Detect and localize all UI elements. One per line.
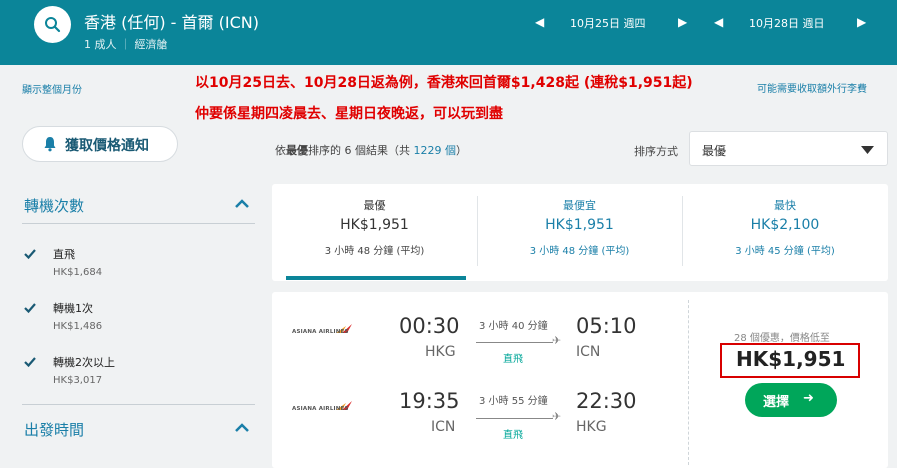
- cabin-class: 經濟艙: [134, 38, 168, 51]
- departure-section-title[interactable]: 出發時間: [24, 419, 84, 440]
- airline-logo: ASIANA AIRLINES: [292, 400, 354, 412]
- tab-duration: 3 小時 48 分鐘 (平均): [529, 246, 630, 257]
- travellers-count: 1 成人: [84, 38, 117, 51]
- active-tab-indicator: [286, 276, 466, 280]
- annotation-line-2: 仲要係星期四凌晨去、星期日夜晚返，可以玩到盡: [195, 106, 503, 122]
- sort-tabs: 最優 HK$1,951 3 小時 48 分鐘 (平均) 最便宜 HK$1,951…: [272, 184, 888, 281]
- sort-selected-value: 最優: [702, 144, 727, 158]
- filter-label[interactable]: 轉機1次: [53, 300, 93, 316]
- return-date[interactable]: 10月28日 週日: [749, 15, 825, 31]
- price-alert-button[interactable]: 獲取價格通知: [22, 126, 178, 162]
- select-button[interactable]: 選擇 ➜: [745, 383, 837, 417]
- return-next-icon[interactable]: ▶: [857, 15, 866, 29]
- arrive-time: 05:10: [576, 314, 637, 338]
- tab-price: HK$1,951: [545, 217, 614, 233]
- annotation-line-1: 以10月25日去、10月28日返為例，香港來回首爾$1,428起 (連稅$1,9…: [195, 75, 693, 91]
- flight-line: [476, 418, 553, 419]
- chevron-up-icon[interactable]: [234, 423, 250, 433]
- stops-section-title[interactable]: 轉機次數: [24, 195, 84, 216]
- select-button-label: 選擇: [763, 395, 790, 410]
- stops-label: 直飛: [503, 354, 523, 365]
- sort-label: 排序方式: [634, 145, 678, 158]
- filter-label[interactable]: 直飛: [53, 246, 75, 262]
- tab-duration: 3 小時 45 分鐘 (平均): [735, 246, 835, 257]
- bell-icon: [44, 137, 56, 152]
- search-button[interactable]: [34, 6, 71, 43]
- filter-price: HK$1,684: [53, 267, 103, 278]
- tab-price: HK$1,951: [340, 217, 409, 233]
- airline-name: ASIANA AIRLINES: [292, 329, 349, 335]
- chevron-down-icon: [861, 146, 874, 154]
- flight-line: [476, 342, 553, 343]
- results-prefix: 依: [275, 144, 286, 157]
- travellers-cabin[interactable]: 1 成人 ｜ 經濟艙: [84, 36, 168, 52]
- stops-label: 直飛: [503, 430, 523, 441]
- tab-best[interactable]: 最優 HK$1,951 3 小時 48 分鐘 (平均): [272, 184, 477, 281]
- tab-cheapest[interactable]: 最便宜 HK$1,951 3 小時 48 分鐘 (平均): [477, 184, 682, 281]
- tab-fastest[interactable]: 最快 HK$2,100 3 小時 45 分鐘 (平均): [682, 184, 888, 281]
- show-month-link[interactable]: 顯示整個月份: [22, 81, 82, 96]
- flight-duration: 3 小時 40 分鐘: [479, 321, 548, 332]
- tab-price: HK$2,100: [750, 217, 820, 233]
- filter-price: HK$1,486: [53, 321, 103, 332]
- depart-prev-icon[interactable]: ◀: [535, 15, 544, 29]
- depart-next-icon[interactable]: ▶: [678, 15, 687, 29]
- results-sort-bold: 最優: [286, 144, 308, 157]
- checkbox-direct[interactable]: [23, 247, 37, 261]
- arrive-time: 22:30: [576, 389, 637, 413]
- section-divider: [22, 223, 255, 224]
- section-divider: [22, 404, 255, 405]
- chevron-up-icon[interactable]: [234, 199, 250, 209]
- checkbox-one-stop[interactable]: [23, 301, 37, 315]
- sort-select[interactable]: 最優: [689, 131, 888, 166]
- results-total-link[interactable]: 1229 個: [414, 144, 457, 157]
- depart-airport: ICN: [431, 419, 456, 435]
- results-middle: 排序的 6 個結果（共: [308, 144, 410, 157]
- flight-duration: 3 小時 55 分鐘: [479, 396, 548, 407]
- tab-title: 最優: [363, 199, 386, 212]
- arrow-right-icon: ➜: [803, 391, 814, 406]
- results-count: 依最優排序的 6 個結果（共 1229 個）: [275, 142, 467, 158]
- return-prev-icon[interactable]: ◀: [714, 15, 723, 29]
- route-title[interactable]: 香港 (任何) - 首爾 (ICN): [84, 9, 259, 33]
- baggage-fee-note[interactable]: 可能需要收取額外行李費: [757, 80, 867, 95]
- arrive-airport: ICN: [576, 344, 601, 360]
- arrive-airport: HKG: [576, 419, 607, 435]
- card-divider: [688, 300, 689, 465]
- filter-price: HK$3,017: [53, 375, 103, 386]
- search-icon: [45, 17, 61, 33]
- result-price: HK$1,951: [736, 347, 846, 371]
- airline-name: ASIANA AIRLINES: [292, 406, 349, 412]
- filter-label[interactable]: 轉機2次以上: [53, 354, 115, 370]
- plane-icon: ✈: [552, 334, 562, 347]
- depart-time: 00:30: [399, 314, 460, 338]
- tab-title: 最快: [774, 199, 796, 212]
- tab-duration: 3 小時 48 分鐘 (平均): [324, 246, 425, 257]
- price-alert-label: 獲取價格通知: [65, 138, 149, 154]
- depart-time: 19:35: [399, 389, 460, 413]
- plane-icon: ✈: [552, 410, 562, 423]
- airline-logo: ASIANA AIRLINES: [292, 323, 354, 335]
- depart-airport: HKG: [425, 344, 456, 360]
- search-header: 香港 (任何) - 首爾 (ICN) 1 成人 ｜ 經濟艙 ◀ 10月25日 週…: [0, 0, 897, 65]
- checkbox-two-plus-stops[interactable]: [23, 355, 37, 369]
- depart-date[interactable]: 10月25日 週四: [570, 15, 646, 31]
- results-suffix: ）: [456, 144, 467, 157]
- tab-title: 最便宜: [563, 199, 596, 212]
- deals-count: 28 個優惠，價格低至: [734, 333, 830, 344]
- result-price-panel: [688, 292, 888, 468]
